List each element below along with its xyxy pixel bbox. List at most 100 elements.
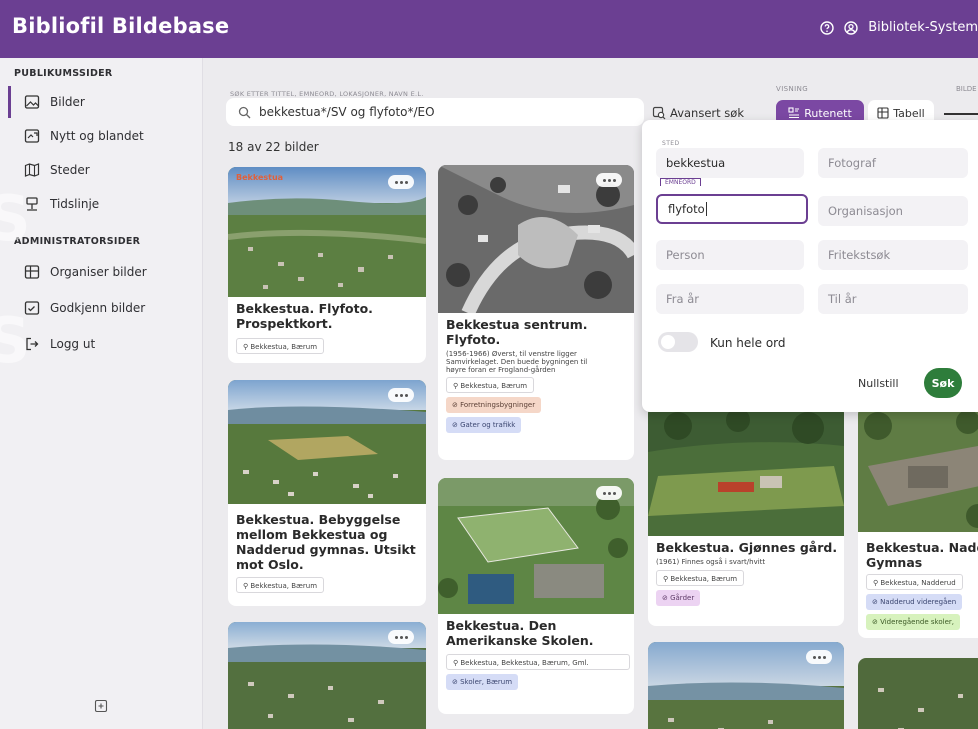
- sidebar-item-bilder[interactable]: Bilder: [8, 86, 203, 118]
- grid-view-label: Rutenett: [804, 106, 852, 120]
- more-options-button[interactable]: [596, 173, 622, 187]
- more-options-button[interactable]: [388, 630, 414, 644]
- admin-pages-heading: ADMINISTRATORSIDER: [14, 236, 141, 247]
- card-title: mot Oslo.: [236, 557, 304, 572]
- card-title: Bekkestua. Nadd: [866, 540, 978, 555]
- image-card[interactable]: Bekkestua. Den Amerikanske Skolen. ⚲ Bek…: [438, 478, 634, 714]
- sidebar-item-label: Logg ut: [50, 337, 96, 351]
- subject-tag[interactable]: ⊘ Videregående skoler,: [866, 614, 960, 630]
- card-title: Bekkestua. Gjønnes gård.: [656, 540, 838, 555]
- image-card[interactable]: [648, 642, 844, 729]
- table-view-icon: [877, 107, 889, 119]
- sidebar-item-label: Steder: [50, 163, 90, 177]
- image-icon: [24, 95, 40, 109]
- sidebar-item-label: Bilder: [50, 95, 85, 109]
- shuffle-image-icon: [24, 129, 40, 143]
- sidebar-item-tidslinje[interactable]: Tidslinje: [8, 188, 203, 220]
- advanced-search-icon: [652, 106, 666, 120]
- aerial-photo: [438, 165, 634, 313]
- aerial-photo: [858, 406, 978, 532]
- photo-stamp: Bekkestua: [236, 173, 284, 182]
- more-options-button[interactable]: [596, 486, 622, 500]
- advanced-search-label: Avansert søk: [670, 106, 744, 120]
- subject-tag[interactable]: ⊘ Nadderud videregåen: [866, 594, 963, 610]
- more-options-button[interactable]: [388, 388, 414, 402]
- search-button[interactable]: Søk: [924, 368, 962, 398]
- subject-tag[interactable]: ⊘ Gater og trafikk: [446, 417, 522, 433]
- grid-icon: [24, 265, 40, 279]
- subject-tag[interactable]: ⊘ Forretningsbygninger: [446, 397, 542, 413]
- page-size-indicator[interactable]: [944, 113, 978, 115]
- location-tag[interactable]: ⚲ Bekkestua, Bekkestua, Bærum, Gml.: [446, 654, 630, 670]
- image-card[interactable]: [858, 658, 978, 729]
- grid-view-icon: [788, 107, 800, 119]
- card-description: (1961) Finnes også i svart/hvitt: [656, 558, 766, 566]
- images-per-page-label: BILDE: [956, 85, 977, 93]
- sidebar-item-organiser-bilder[interactable]: Organiser bilder: [8, 256, 203, 288]
- sidebar-item-label: Tidslinje: [50, 197, 100, 211]
- subject-tag[interactable]: ⊘ Gårder: [656, 590, 701, 606]
- image-card[interactable]: Bekkestua. Nadd Gymnas ⚲ Bekkestua, Nadd…: [858, 406, 978, 638]
- from-year-field[interactable]: Fra år: [656, 284, 804, 314]
- card-title: Bekkestua sentrum.: [446, 317, 588, 332]
- help-icon[interactable]: [820, 20, 834, 35]
- emneord-label: EMNEORD: [660, 178, 701, 186]
- image-card[interactable]: [228, 622, 426, 729]
- emneord-field[interactable]: flyfoto: [656, 194, 808, 224]
- more-options-button[interactable]: [388, 175, 414, 189]
- public-pages-heading: PUBLIKUMSSIDER: [14, 68, 113, 79]
- watermark-glyph: S: [0, 182, 31, 255]
- image-card[interactable]: Bekkestua Bekkestua. Flyfoto. Prospektko…: [228, 167, 426, 363]
- person-field[interactable]: Person: [656, 240, 804, 270]
- to-year-field[interactable]: Til år: [818, 284, 968, 314]
- image-card[interactable]: Bekkestua. Gjønnes gård. (1961) Finnes o…: [648, 406, 844, 626]
- reset-button[interactable]: Nullstill: [852, 370, 905, 396]
- sidebar-item-label: Organiser bilder: [50, 265, 147, 279]
- map-icon: [24, 163, 40, 177]
- card-title: Prospektkort.: [236, 316, 333, 331]
- aerial-photo: [648, 406, 844, 536]
- location-tag[interactable]: ⚲ Bekkestua, Nadderud: [866, 574, 963, 590]
- search-label: SØK ETTER TITTEL, EMNEORD, LOKASJONER, N…: [230, 90, 424, 98]
- location-tag[interactable]: ⚲ Bekkestua, Bærum: [446, 377, 535, 393]
- card-title: Bekkestua. Bebyggelse: [236, 512, 401, 527]
- card-title: Amerikanske Skolen.: [446, 633, 594, 648]
- user-name[interactable]: Bibliotek-System: [868, 20, 978, 35]
- image-card[interactable]: Bekkestua. Bebyggelse mellom Bekkestua o…: [228, 380, 426, 606]
- card-title: mellom Bekkestua og: [236, 527, 388, 542]
- user-icon[interactable]: [844, 20, 858, 35]
- fotograf-field[interactable]: Fotograf: [818, 148, 968, 178]
- organisasjon-field[interactable]: Organisasjon: [818, 196, 968, 226]
- whole-word-label: Kun hele ord: [710, 336, 786, 350]
- top-right-actions: Bibliotek-System: [820, 20, 978, 35]
- table-view-label: Tabell: [893, 106, 925, 120]
- view-label: VISNING: [776, 85, 809, 93]
- location-tag[interactable]: ⚲ Bekkestua, Bærum: [656, 570, 745, 586]
- app-title[interactable]: Bibliofil Bildebase: [12, 14, 229, 38]
- sidebar-item-godkjenn-bilder[interactable]: Godkjenn bilder: [8, 292, 203, 324]
- location-tag[interactable]: ⚲ Bekkestua, Bærum: [236, 338, 325, 354]
- search-input[interactable]: bekkestua*/SV og flyfoto*/EO: [226, 98, 644, 126]
- aerial-photo: [858, 658, 978, 729]
- sted-field[interactable]: bekkestua: [656, 148, 804, 178]
- sidebar-item-label: Nytt og blandet: [50, 129, 144, 143]
- search-value: bekkestua*/SV og flyfoto*/EO: [259, 105, 435, 119]
- result-count: 18 av 22 bilder: [228, 140, 319, 154]
- card-title: Gymnas: [866, 555, 923, 570]
- card-description: høyre foran er Frogland-gården: [446, 366, 556, 374]
- card-title: Bekkestua. Flyfoto.: [236, 301, 373, 316]
- card-title: Nadderud gymnas. Utsikt: [236, 542, 416, 557]
- sidebar-item-logg-ut[interactable]: Logg ut: [8, 328, 203, 360]
- fritekst-field[interactable]: Fritekstsøk: [818, 240, 968, 270]
- card-title: Bekkestua. Den: [446, 618, 557, 633]
- subject-tag[interactable]: ⊘ Skoler, Bærum: [446, 674, 519, 690]
- collapse-sidebar-icon[interactable]: [94, 698, 108, 717]
- sidebar-item-nytt-og-blandet[interactable]: Nytt og blandet: [8, 120, 203, 152]
- more-options-button[interactable]: [806, 650, 832, 664]
- image-card[interactable]: Bekkestua sentrum. Flyfoto. (1956-1966) …: [438, 165, 634, 460]
- whole-word-toggle[interactable]: [658, 332, 698, 352]
- sidebar-item-steder[interactable]: Steder: [8, 154, 203, 186]
- card-title: Flyfoto.: [446, 332, 501, 347]
- search-icon: [238, 106, 251, 118]
- location-tag[interactable]: ⚲ Bekkestua, Bærum: [236, 577, 325, 593]
